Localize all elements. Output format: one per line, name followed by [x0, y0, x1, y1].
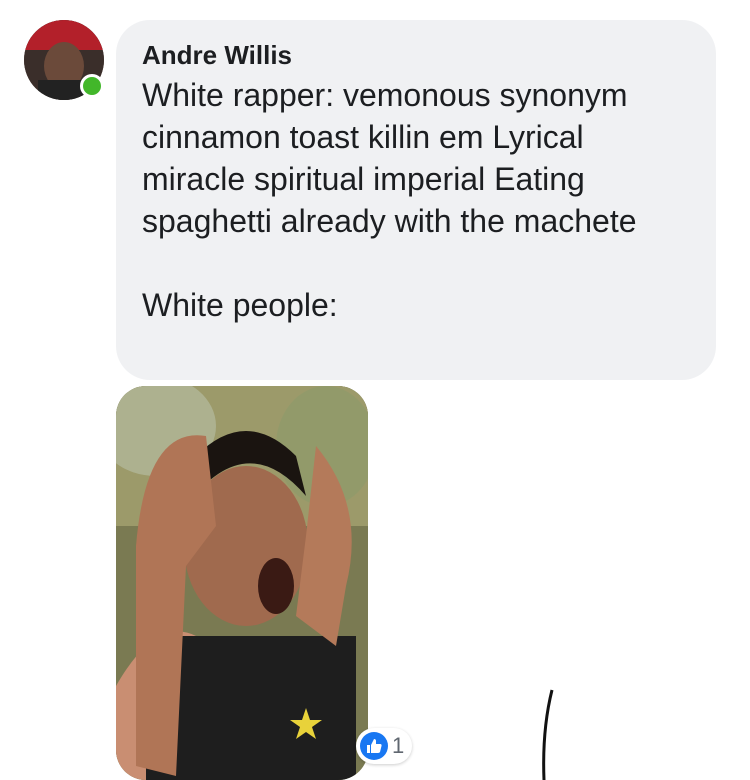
online-status-indicator: [80, 74, 104, 98]
comment-author[interactable]: Andre Willis: [142, 40, 690, 70]
pen-stroke: [542, 689, 554, 780]
comment-photo[interactable]: [116, 386, 368, 780]
photo-image: [116, 386, 368, 780]
reaction-summary[interactable]: 1: [356, 728, 413, 764]
reaction-count: 1: [392, 733, 405, 758]
comment-text: White rapper: vemonous synonym cinnamon …: [142, 77, 637, 323]
like-icon: [360, 732, 388, 760]
comment-bubble[interactable]: Andre Willis White rapper: vemonous syno…: [116, 20, 716, 380]
